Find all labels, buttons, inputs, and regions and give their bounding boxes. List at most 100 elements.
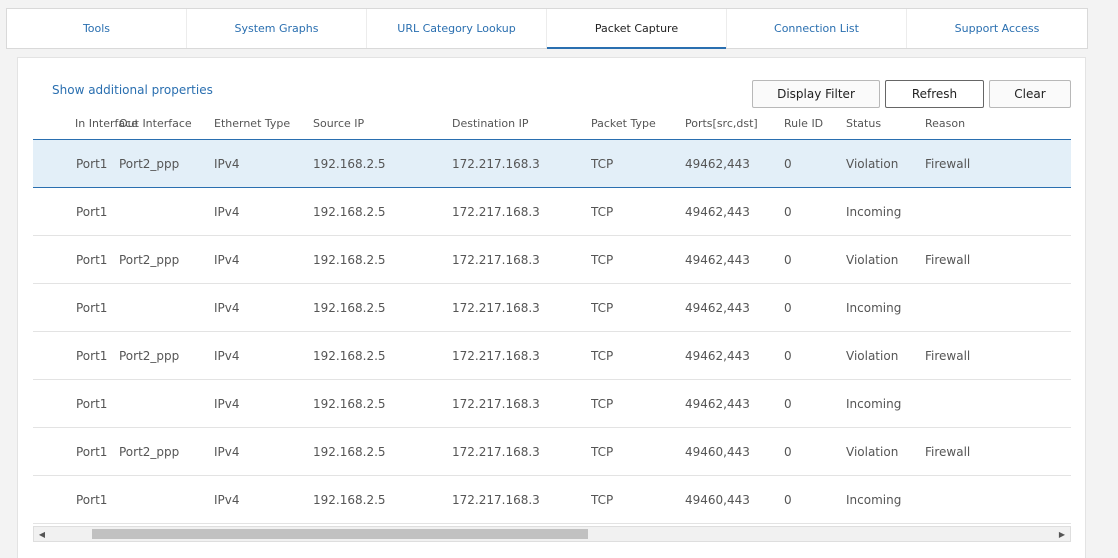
table-cell: Incoming <box>846 204 902 219</box>
table-cell: 192.168.2.5 <box>313 444 386 459</box>
tab-tools[interactable]: Tools <box>7 9 187 48</box>
table-cell: 172.217.168.3 <box>452 348 540 363</box>
table-cell: Firewall <box>925 252 971 267</box>
table-cell: IPv4 <box>214 348 240 363</box>
show-additional-properties-link[interactable]: Show additional properties <box>52 83 213 97</box>
table-cell: Port1 <box>76 492 108 507</box>
table-cell: IPv4 <box>214 156 240 171</box>
table-cell: Firewall <box>925 348 971 363</box>
table-cell: 0 <box>784 444 792 459</box>
table-cell: Port1 <box>76 300 108 315</box>
table-cell: Incoming <box>846 300 902 315</box>
table-cell: Port2_ppp <box>119 348 180 363</box>
table-cell: TCP <box>591 252 614 267</box>
column-header-out-interface[interactable]: Out Interface <box>119 117 214 130</box>
table-cell: 49462,443 <box>685 300 750 315</box>
table-cell: Firewall <box>925 444 971 459</box>
column-header-in-interface[interactable]: In Interface <box>33 117 138 130</box>
horizontal-scrollbar[interactable]: ◀ ▶ <box>33 526 1071 542</box>
table-row[interactable]: Port1 Port2_ppp IPv4 192.168.2.5 172.217.168… <box>33 140 1071 188</box>
column-header-ethernet-type[interactable]: Ethernet Type <box>214 117 313 130</box>
table-cell: Violation <box>846 156 899 171</box>
tab-system-graphs[interactable]: System Graphs <box>187 9 367 48</box>
table-cell: 0 <box>784 396 792 411</box>
table-row[interactable]: Port1 IPv4 192.168.2.5 172.217.168.3 TCP 4946… <box>33 380 1071 428</box>
tab-packet-capture[interactable]: Packet Capture <box>547 9 727 49</box>
table-cell: 49462,443 <box>685 204 750 219</box>
table-cell: TCP <box>591 156 614 171</box>
tab-bar: Tools System Graphs URL Category Lookup … <box>6 8 1088 49</box>
table-cell: Port1 <box>76 156 108 171</box>
scrollbar-thumb[interactable] <box>92 529 588 539</box>
table-cell: Violation <box>846 252 899 267</box>
table-cell: Violation <box>846 348 899 363</box>
column-header-status[interactable]: Status <box>846 117 925 130</box>
table-cell: 192.168.2.5 <box>313 156 386 171</box>
table-cell: Port2_ppp <box>119 252 180 267</box>
table-cell: 49460,443 <box>685 492 750 507</box>
table-cell: 0 <box>784 348 792 363</box>
table-cell: Incoming <box>846 396 902 411</box>
table-row[interactable]: Port1 IPv4 192.168.2.5 172.217.168.3 TCP 4946… <box>33 284 1071 332</box>
table-cell: Port1 <box>76 252 108 267</box>
table-cell: 172.217.168.3 <box>452 444 540 459</box>
column-header-destination-ip[interactable]: Destination IP <box>452 117 591 130</box>
clear-button[interactable]: Clear <box>989 80 1071 108</box>
tab-support-access[interactable]: Support Access <box>907 9 1087 48</box>
scroll-right-icon[interactable]: ▶ <box>1054 527 1070 541</box>
table-cell: Port2_ppp <box>119 156 180 171</box>
table-cell: TCP <box>591 444 614 459</box>
table-cell: 0 <box>784 252 792 267</box>
scroll-left-icon[interactable]: ◀ <box>34 527 50 541</box>
table-cell: 49462,443 <box>685 252 750 267</box>
table-header: In Interface Out Interface Ethernet Type… <box>33 108 1071 140</box>
table-cell: 172.217.168.3 <box>452 300 540 315</box>
table-cell: 192.168.2.5 <box>313 252 386 267</box>
table-cell: 172.217.168.3 <box>452 396 540 411</box>
table-cell: 0 <box>784 300 792 315</box>
table-row[interactable]: Port1 Port2_ppp IPv4 192.168.2.5 172.217.168… <box>33 332 1071 380</box>
table-cell: IPv4 <box>214 252 240 267</box>
table-cell: TCP <box>591 204 614 219</box>
table-cell: Port1 <box>76 348 108 363</box>
table-cell: 192.168.2.5 <box>313 492 386 507</box>
table-cell: IPv4 <box>214 204 240 219</box>
column-header-source-ip[interactable]: Source IP <box>313 117 452 130</box>
tab-url-category-lookup[interactable]: URL Category Lookup <box>367 9 547 48</box>
table-cell: TCP <box>591 348 614 363</box>
table-cell: IPv4 <box>214 444 240 459</box>
table-cell: 49462,443 <box>685 348 750 363</box>
table-cell: Firewall <box>925 156 971 171</box>
table-cell: 192.168.2.5 <box>313 204 386 219</box>
table-cell: Violation <box>846 444 899 459</box>
table-cell: 172.217.168.3 <box>452 204 540 219</box>
column-header-rule-id[interactable]: Rule ID <box>784 117 846 130</box>
table-cell: TCP <box>591 300 614 315</box>
table-cell: 0 <box>784 204 792 219</box>
table-row[interactable]: Port1 Port2_ppp IPv4 192.168.2.5 172.217.168… <box>33 428 1071 476</box>
table-cell: IPv4 <box>214 396 240 411</box>
table-row[interactable]: Port1 Port2_ppp IPv4 192.168.2.5 172.217.168… <box>33 236 1071 284</box>
column-header-packet-type[interactable]: Packet Type <box>591 117 685 130</box>
table-cell: 172.217.168.3 <box>452 156 540 171</box>
table-row[interactable]: Port1 IPv4 192.168.2.5 172.217.168.3 TCP 4946… <box>33 188 1071 236</box>
table-cell: IPv4 <box>214 492 240 507</box>
table-cell: 172.217.168.3 <box>452 492 540 507</box>
column-header-ports[interactable]: Ports[src,dst] <box>685 117 784 130</box>
table-cell: Port1 <box>76 204 108 219</box>
table-cell: Port1 <box>76 444 108 459</box>
table-row[interactable]: Port1 IPv4 192.168.2.5 172.217.168.3 TCP 4946… <box>33 476 1071 524</box>
table-cell: 172.217.168.3 <box>452 252 540 267</box>
table-cell: TCP <box>591 492 614 507</box>
column-header-reason[interactable]: Reason <box>925 117 1013 130</box>
table-body: Port1 Port2_ppp IPv4 192.168.2.5 172.217.168… <box>33 140 1071 524</box>
table-cell: Port1 <box>76 396 108 411</box>
display-filter-button[interactable]: Display Filter <box>752 80 880 108</box>
tab-connection-list[interactable]: Connection List <box>727 9 907 48</box>
packet-table: In Interface Out Interface Ethernet Type… <box>33 108 1071 524</box>
table-cell: 49460,443 <box>685 444 750 459</box>
table-cell: 0 <box>784 492 792 507</box>
refresh-button[interactable]: Refresh <box>885 80 984 108</box>
table-cell: 49462,443 <box>685 156 750 171</box>
table-cell: 192.168.2.5 <box>313 396 386 411</box>
